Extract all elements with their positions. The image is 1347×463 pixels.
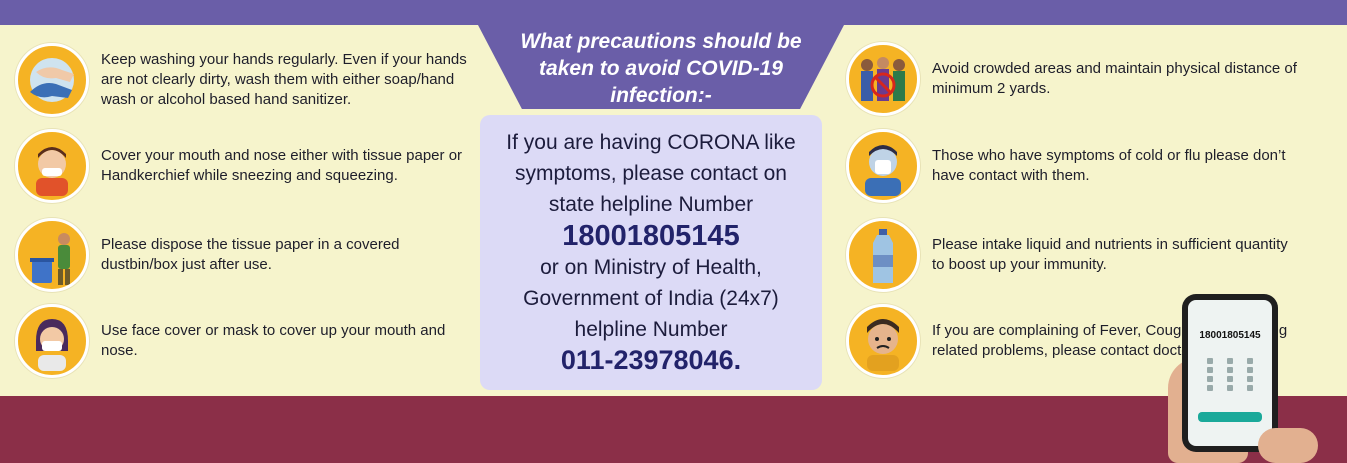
phone-illustration: 18001805145 bbox=[1168, 288, 1347, 463]
phone-display-number: 18001805145 bbox=[1199, 330, 1261, 341]
tip-text: Avoid crowded areas and maintain physica… bbox=[932, 60, 1297, 97]
tip-hand-washing: Keep washing your hands regularly. Even … bbox=[15, 43, 476, 117]
helpline-panel: If you are having CORONA like symptoms, … bbox=[480, 115, 822, 390]
helpline-text-1: If you are having CORONA like bbox=[506, 131, 796, 154]
page-title: What precautions should be taken to avoi… bbox=[520, 29, 802, 107]
tip-mask: Use face cover or mask to cover up your … bbox=[15, 304, 476, 378]
central-helpline-number: 011-23978046. bbox=[560, 345, 742, 375]
helpline-text-4: or on Ministry of Health, bbox=[540, 256, 762, 279]
hand-washing-icon bbox=[15, 43, 89, 117]
tip-text: Those who have symptoms of cold or flu p… bbox=[932, 147, 1286, 184]
thumb-illustration bbox=[1258, 428, 1318, 463]
tip-text: Cover your mouth and nose either with ti… bbox=[101, 147, 463, 184]
mobile-phone-icon: 18001805145 bbox=[1182, 294, 1278, 452]
tip-crowd: Avoid crowded areas and maintain physica… bbox=[846, 42, 1302, 116]
phone-keypad bbox=[1202, 358, 1258, 391]
tip-cold-flu: Those who have symptoms of cold or flu p… bbox=[846, 129, 1302, 203]
state-helpline-number: 18001805145 bbox=[562, 220, 740, 252]
header-banner: What precautions should be taken to avoi… bbox=[478, 25, 844, 109]
sneezing-person-icon bbox=[15, 129, 89, 203]
bottom-band bbox=[0, 396, 1347, 463]
call-button bbox=[1198, 412, 1262, 422]
tip-text: Use face cover or mask to cover up your … bbox=[101, 322, 446, 359]
helpline-text-2: symptoms, please contact on bbox=[515, 162, 787, 185]
phone-screen: 18001805145 bbox=[1188, 300, 1272, 446]
helpline-text-3: state helpline Number bbox=[548, 193, 754, 216]
helpline-text-5: Government of India (24x7) bbox=[523, 287, 779, 310]
top-band bbox=[0, 0, 1347, 25]
cold-flu-person-icon bbox=[846, 129, 920, 203]
tip-text: Please dispose the tissue paper in a cov… bbox=[101, 236, 400, 273]
tip-sneezing: Cover your mouth and nose either with ti… bbox=[15, 129, 476, 203]
tip-text: Please intake liquid and nutrients in su… bbox=[932, 236, 1288, 273]
fever-person-icon bbox=[846, 304, 920, 378]
tip-dispose: Please dispose the tissue paper in a cov… bbox=[15, 218, 476, 292]
tip-text: Keep washing your hands regularly. Even … bbox=[101, 51, 467, 108]
face-mask-icon bbox=[15, 304, 89, 378]
water-bottle-icon bbox=[846, 218, 920, 292]
dustbin-disposal-icon bbox=[15, 218, 89, 292]
crowd-avoid-icon bbox=[846, 42, 920, 116]
tip-liquid: Please intake liquid and nutrients in su… bbox=[846, 218, 1302, 292]
helpline-text-6: helpline Number bbox=[574, 318, 728, 341]
